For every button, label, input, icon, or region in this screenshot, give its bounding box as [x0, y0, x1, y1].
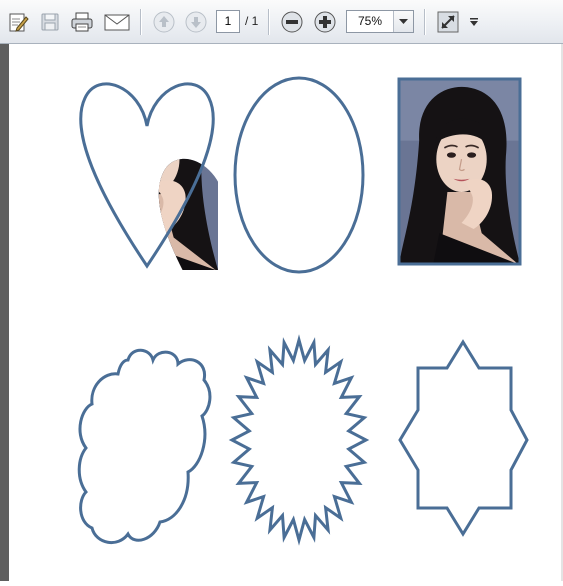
save-icon[interactable]	[36, 8, 64, 36]
photo-starburst	[228, 334, 370, 546]
toolbar-separator	[268, 9, 269, 35]
navigation-pane-edge	[0, 44, 9, 581]
toolbar-separator	[140, 9, 141, 35]
photo-rectangle	[397, 77, 522, 266]
pdf-toolbar: 1 / 1 75%	[0, 0, 563, 44]
zoom-in-icon[interactable]	[311, 8, 339, 36]
toolbar-separator	[424, 9, 425, 35]
photo-heart	[79, 82, 215, 269]
print-icon[interactable]	[68, 8, 96, 36]
chevron-down-icon[interactable]	[393, 11, 413, 32]
page-total-label: / 1	[245, 14, 259, 28]
photo-cloud	[77, 348, 212, 544]
next-page-icon[interactable]	[182, 8, 210, 36]
page-number-input[interactable]: 1	[216, 10, 240, 33]
fit-page-icon[interactable]	[434, 8, 462, 36]
photo-star-polygon	[398, 339, 529, 537]
document-page	[9, 44, 563, 581]
more-tools-icon[interactable]	[464, 8, 484, 36]
zoom-out-icon[interactable]	[278, 8, 306, 36]
edit-icon[interactable]	[4, 8, 32, 36]
photo-oval	[233, 76, 365, 274]
shaped-photos-canvas	[77, 76, 529, 546]
prev-page-icon[interactable]	[150, 8, 178, 36]
email-icon[interactable]	[101, 8, 133, 36]
zoom-select[interactable]: 75%	[346, 10, 414, 33]
zoom-value[interactable]: 75%	[347, 11, 393, 32]
